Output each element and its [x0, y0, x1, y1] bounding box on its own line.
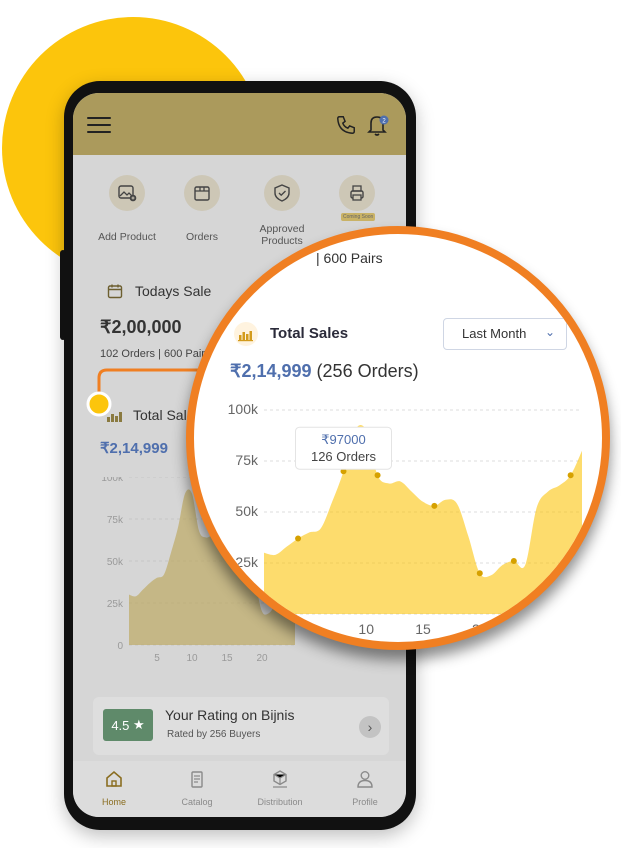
nav-label: Home — [101, 797, 126, 807]
y-tick-label: 75k — [107, 515, 124, 526]
y-tick-label: 0 — [117, 641, 123, 652]
y-tick-label: 25k — [235, 554, 259, 570]
sales-area-chart[interactable]: 0 25k 50k 75k 100k 5 10 15 20 ₹97000 126 Orders — [194, 394, 610, 650]
zoom-todays-sale-subtitle: | 600 Pairs — [316, 250, 383, 266]
quick-action-label: Orders — [185, 231, 219, 243]
x-tick-label: 15 — [415, 621, 431, 637]
phone-icon[interactable] — [335, 114, 357, 136]
nav-distribution[interactable]: Distribution — [245, 769, 315, 807]
zoom-lens: | 600 Pairs Total Sales Last Month ⌄ ₹2,… — [186, 226, 610, 650]
x-tick-label: 20 — [256, 653, 268, 664]
bar-chart-icon — [107, 412, 122, 422]
y-tick-label: 100k — [101, 477, 124, 484]
phone-side-button — [60, 250, 66, 340]
rating-score: 4.5 — [111, 717, 130, 733]
zoom-total-sales-summary: ₹2,14,999 (256 Orders) — [230, 361, 419, 382]
zoom-total-sales-orders: (256 Orders) — [316, 361, 419, 381]
data-point-marker[interactable] — [567, 472, 574, 479]
chevron-down-icon: ⌄ — [544, 325, 555, 339]
nav-home[interactable]: Home — [79, 769, 149, 807]
data-point-marker[interactable] — [510, 557, 517, 564]
y-tick-label: 50k — [107, 557, 124, 568]
catalog-icon — [191, 771, 203, 788]
rating-title: Your Rating on Bijnis — [165, 707, 295, 723]
y-tick-label: 75k — [235, 452, 259, 468]
zoom-total-sales-value: ₹2,14,999 — [230, 361, 312, 381]
shield-check-icon — [264, 175, 300, 211]
y-tick-label: 25k — [107, 599, 124, 610]
quick-action-approved-products[interactable]: Approved Products — [242, 175, 322, 247]
rating-badge: 4.5 ★ — [103, 709, 153, 741]
chevron-right-icon[interactable]: › — [359, 716, 381, 738]
x-tick-label: 5 — [306, 621, 314, 637]
image-add-icon — [109, 175, 145, 211]
period-dropdown[interactable]: Last Month ⌄ — [443, 318, 567, 350]
y-tick-label: 0 — [250, 605, 258, 621]
todays-sale-subtitle: 102 Orders | 600 Pairs — [100, 348, 211, 360]
todays-sale-title: Todays Sale — [135, 283, 212, 299]
total-sales-value: ₹2,14,999 — [100, 440, 168, 457]
data-point-marker[interactable] — [295, 535, 302, 542]
app-bar: 2 — [73, 93, 406, 155]
x-tick-label: 10 — [186, 653, 198, 664]
box-icon — [184, 175, 220, 211]
coming-soon-badge: Coming Soon — [341, 213, 376, 221]
data-point-marker[interactable] — [374, 472, 381, 479]
profile-icon — [357, 771, 373, 788]
star-icon: ★ — [133, 717, 145, 732]
x-tick-label: 5 — [154, 653, 160, 664]
nav-label: Profile — [352, 797, 378, 807]
y-tick-label: 100k — [228, 401, 259, 417]
bar-chart-icon — [234, 322, 258, 346]
tooltip-orders: 126 Orders — [311, 449, 377, 464]
quick-action-orders[interactable]: Orders — [162, 175, 242, 243]
bell-icon[interactable]: 2 — [365, 112, 391, 138]
menu-icon[interactable] — [87, 117, 111, 133]
distribution-icon — [273, 770, 287, 788]
nav-catalog[interactable]: Catalog — [162, 769, 232, 807]
zoom-total-sales-title: Total Sales — [270, 325, 349, 342]
nav-label: Catalog — [181, 797, 213, 807]
rating-subtitle: Rated by 256 Buyers — [167, 729, 261, 740]
quick-action-coming-soon[interactable] — [317, 175, 397, 211]
calendar-icon — [107, 284, 123, 299]
data-point-marker[interactable] — [431, 502, 438, 509]
bottom-navigation: Home Catalog Distribution Profile — [73, 761, 406, 817]
todays-sale-value: ₹2,00,000 — [100, 317, 182, 337]
period-dropdown-value: Last Month — [462, 326, 527, 341]
y-tick-label: 50k — [235, 503, 259, 519]
quick-action-add-product[interactable]: Add Product — [87, 175, 167, 243]
nav-label: Distribution — [257, 797, 303, 807]
tooltip-value: ₹97000 — [321, 432, 365, 447]
nav-profile[interactable]: Profile — [330, 769, 400, 807]
printer-icon — [339, 175, 375, 211]
home-icon — [106, 770, 122, 787]
rating-card[interactable]: 4.5 ★ Your Rating on Bijnis Rated by 256… — [93, 697, 389, 755]
x-tick-label: 15 — [221, 653, 233, 664]
x-tick-label: 10 — [358, 621, 374, 637]
quick-action-label: Approved Products — [259, 223, 305, 247]
data-point-marker[interactable] — [476, 570, 483, 577]
quick-action-label: Add Product — [98, 231, 156, 243]
x-tick-label: 20 — [472, 621, 488, 637]
